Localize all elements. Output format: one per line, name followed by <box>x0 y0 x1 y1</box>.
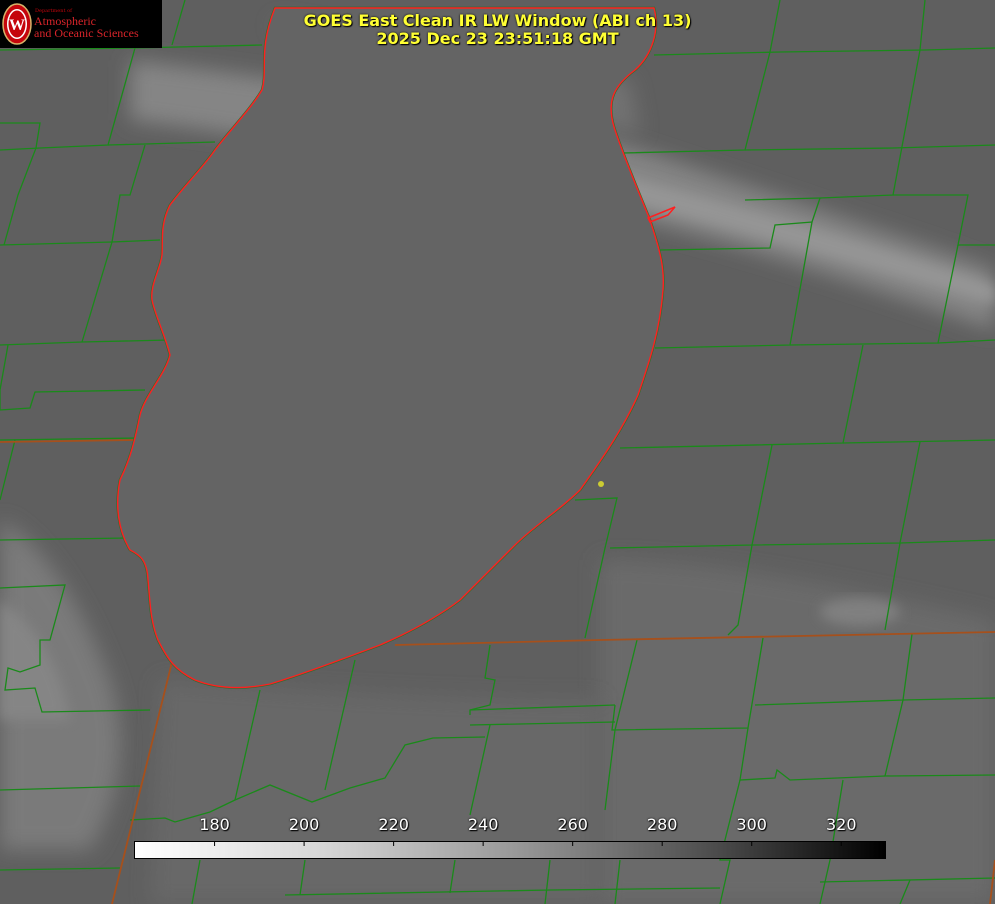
satellite-map <box>0 0 995 904</box>
logo-line-2: and Oceanic Sciences <box>34 26 139 40</box>
aos-logo: W Department of Atmospheric and Oceanic … <box>0 0 162 48</box>
seal-letter: W <box>9 17 25 34</box>
location-marker <box>598 481 604 487</box>
satellite-image-frame: W Department of Atmospheric and Oceanic … <box>0 0 995 904</box>
temperature-colorbar <box>134 841 886 859</box>
uw-seal-icon: W <box>2 3 32 45</box>
land-area-bottom <box>150 680 600 904</box>
